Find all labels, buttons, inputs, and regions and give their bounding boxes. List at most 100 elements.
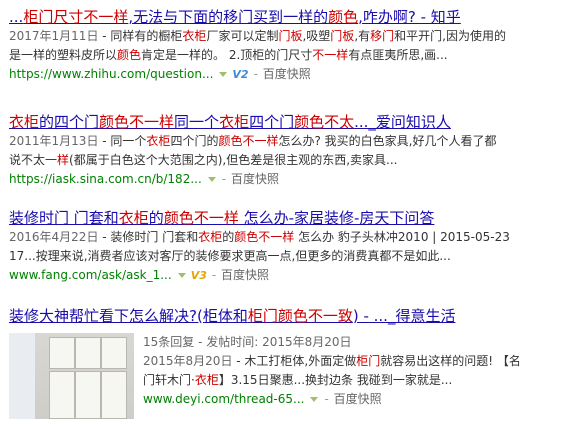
title-text: ,无法与下面的移门买到一样的 — [128, 8, 329, 26]
title-highlight: 柜门颜色不一致 — [247, 307, 353, 325]
result-title-link[interactable]: 装修大神帮忙看下怎么解决?(柜体和柜门颜色不一致) - ..._得意生活 — [9, 306, 559, 326]
abstract-text: 四个门的 — [170, 134, 219, 148]
date-text: 15条回复 - 发帖时间: 2015年8月20日 — [143, 335, 352, 349]
date-text: 2016年4月22日 — [9, 230, 99, 244]
abstract-text: (都属于白色这个大范围之内),但色差是很主观的东西,卖家具... — [69, 153, 398, 167]
snapshot-link[interactable]: 百度快照 — [231, 172, 279, 186]
separator: - — [221, 172, 227, 186]
result-url-link[interactable]: www.deyi.com/thread-65... — [143, 392, 304, 406]
abstract-line: 2016年4月22日 - 装修时门 门套和衣柜的颜色不一样 怎么办 豹子头林冲2… — [9, 228, 559, 247]
abstract-line: 说不太一样(都属于白色这个大范围之内),但色差是很主观的东西,卖家具... — [9, 151, 559, 170]
snapshot-link[interactable]: 百度快照 — [221, 268, 269, 282]
abstract-text: 】3.15日聚惠...换封边条 我碰到一家就是... — [218, 373, 453, 387]
result-url-link[interactable]: https://www.zhihu.com/question... — [9, 67, 213, 81]
keyword-highlight: 一样 — [45, 153, 70, 167]
search-result: 衣柜的四个门颜色不一样同一个衣柜四个门颜色不太..._爱问知识人 2011年1月… — [9, 112, 559, 189]
keyword-highlight: 颜色不一样 — [234, 230, 295, 244]
abstract-line: 17...按理来说,消费者应该对客厅的装修要求更高一点,但更多的消费真都不是如此… — [9, 247, 559, 266]
separator: - — [211, 268, 217, 282]
result-url-row: https://iask.sina.com.cn/b/182... - 百度快照 — [9, 170, 559, 189]
abstract-line: 2017年1月11日 - 同样有的橱柜衣柜厂家可以定制门板,吸塑门板,有移门和平… — [9, 27, 559, 46]
result-abstract: 2017年1月11日 - 同样有的橱柜衣柜厂家可以定制门板,吸塑门板,有移门和平… — [9, 27, 559, 65]
abstract-text: 厂家可以定制 — [206, 29, 279, 43]
separator: - — [253, 67, 258, 81]
title-text: 的四个门 — [39, 113, 100, 131]
date-text: 2015年8月20日 — [143, 354, 233, 368]
result-url-link[interactable]: www.fang.com/ask/ask_1... — [9, 268, 172, 282]
title-text: 四个门 — [249, 113, 295, 131]
result-title-link[interactable]: ...柜门尺寸不一样,无法与下面的移门买到一样的颜色,咋办啊? - 知乎 — [9, 7, 559, 27]
date-text: 2017年1月11日 — [9, 29, 99, 43]
title-highlight: 衣柜 — [219, 113, 250, 131]
title-text: 怎么办-家居装修-房天下问答 — [238, 209, 435, 227]
abstract-text: 是一样的塑料皮所以 — [9, 48, 118, 62]
abstract-text: 和平开门,因为使用的 — [394, 29, 506, 43]
abstract-text: 怎么办 豹子头林冲2010 | 2015-05-23 — [294, 230, 510, 244]
keyword-highlight: 衣柜 — [182, 29, 207, 43]
abstract-text: 说不太 — [9, 153, 46, 167]
result-url-row: https://www.zhihu.com/question... V2- 百度快… — [9, 65, 559, 84]
title-highlight: 颜色不太 — [294, 113, 355, 131]
result-abstract: 15条回复 - 发帖时间: 2015年8月20日 2015年8月20日 - 木工打… — [143, 333, 563, 390]
title-text: ..._爱问知识人 — [354, 113, 451, 131]
search-result: 装修时门 门套和衣柜的颜色不一样 怎么办-家居装修-房天下问答 2016年4月2… — [9, 208, 559, 285]
abstract-text: - 装修时门 门套和 — [98, 230, 199, 244]
title-highlight: 颜色不一样 — [99, 113, 175, 131]
keyword-highlight: 衣柜 — [146, 134, 171, 148]
abstract-line: 2011年1月13日 - 同一个衣柜四个门的颜色不一样怎么办? 我买的白色家具,… — [9, 132, 559, 151]
abstract-text: 肯定是一样的。 2.顶柜的门尺寸 — [141, 48, 313, 62]
abstract-text: ,吸塑 — [302, 29, 331, 43]
dropdown-arrow-icon[interactable] — [310, 396, 319, 402]
dropdown-arrow-icon[interactable] — [207, 176, 216, 182]
abstract-text: 17...按理来说,消费者应该对客厅的装修要求更高一点,但更多的消费真都不是如此… — [9, 249, 451, 263]
keyword-highlight: 不一样 — [312, 48, 349, 62]
dropdown-arrow-icon[interactable] — [219, 71, 228, 77]
title-text: ... — [9, 8, 24, 26]
title-highlight: 颜色 — [328, 8, 359, 26]
abstract-text: - 同一个 — [98, 134, 147, 148]
abstract-line: 2015年8月20日 - 木工打柜体,外面定做柜门就容易出这样的问题! 【名 — [143, 352, 563, 371]
abstract-text: 怎么办? 我买的白色家具,好几个人看了都 — [278, 134, 497, 148]
title-text: 的 — [148, 209, 164, 227]
snapshot-link[interactable]: 百度快照 — [334, 392, 382, 406]
abstract-text: 有点匪夷所思,画... — [348, 48, 448, 62]
keyword-highlight: 衣柜 — [194, 373, 219, 387]
abstract-text: 就容易出这样的问题! 【名 — [380, 354, 521, 368]
search-result: 装修大神帮忙看下怎么解决?(柜体和柜门颜色不一致) - ..._得意生活 15条… — [9, 306, 559, 424]
abstract-text: ,有 — [354, 29, 371, 43]
abstract-line: 是一样的塑料皮所以颜色肯定是一样的。 2.顶柜的门尺寸不一样有点匪夷所思,画..… — [9, 46, 559, 65]
title-highlight: 衣柜 — [9, 113, 40, 131]
dropdown-arrow-icon[interactable] — [177, 272, 186, 278]
v-badge-icon[interactable]: V2 — [232, 65, 248, 84]
result-title-link[interactable]: 衣柜的四个门颜色不一样同一个衣柜四个门颜色不太..._爱问知识人 — [9, 112, 559, 132]
abstract-line: 15条回复 - 发帖时间: 2015年8月20日 — [143, 333, 563, 352]
abstract-line: 门轩木门·衣柜】3.15日聚惠...换封边条 我碰到一家就是... — [143, 371, 563, 390]
separator: - — [324, 392, 329, 406]
abstract-text: 的 — [222, 230, 235, 244]
title-text: ,咋办啊? - 知乎 — [358, 8, 461, 26]
wardrobe-photo-icon[interactable] — [9, 333, 134, 419]
snapshot-link[interactable]: 百度快照 — [263, 67, 311, 81]
keyword-highlight: 门板 — [330, 29, 355, 43]
v-badge-icon[interactable]: V3 — [191, 266, 207, 285]
result-abstract: 2016年4月22日 - 装修时门 门套和衣柜的颜色不一样 怎么办 豹子头林冲2… — [9, 228, 559, 266]
abstract-text: - 木工打柜体,外面定做 — [232, 354, 357, 368]
keyword-highlight: 柜门 — [356, 354, 381, 368]
title-text: ) - ..._得意生活 — [352, 307, 456, 325]
result-url-row: www.fang.com/ask/ask_1... V3- 百度快照 — [9, 266, 559, 285]
date-text: 2011年1月13日 — [9, 134, 99, 148]
result-url-row: www.deyi.com/thread-65... - 百度快照 — [143, 390, 563, 409]
title-text: 装修大神帮忙看下怎么解决?(柜体和 — [9, 307, 248, 325]
abstract-text: - 同样有的橱柜 — [98, 29, 183, 43]
title-highlight: 衣柜 — [118, 209, 149, 227]
search-result: ...柜门尺寸不一样,无法与下面的移门买到一样的颜色,咋办啊? - 知乎 201… — [9, 7, 559, 84]
result-title-link[interactable]: 装修时门 门套和衣柜的颜色不一样 怎么办-家居装修-房天下问答 — [9, 208, 559, 228]
search-results: ...柜门尺寸不一样,无法与下面的移门买到一样的颜色,咋办啊? - 知乎 201… — [0, 0, 563, 424]
keyword-highlight: 颜色不一样 — [218, 134, 279, 148]
keyword-highlight: 衣柜 — [198, 230, 223, 244]
title-text: 同一个 — [174, 113, 220, 131]
result-url-link[interactable]: https://iask.sina.com.cn/b/182... — [9, 172, 202, 186]
keyword-highlight: 门板 — [278, 29, 303, 43]
title-text: 装修时门 门套和 — [9, 209, 119, 227]
keyword-highlight: 移门 — [370, 29, 395, 43]
